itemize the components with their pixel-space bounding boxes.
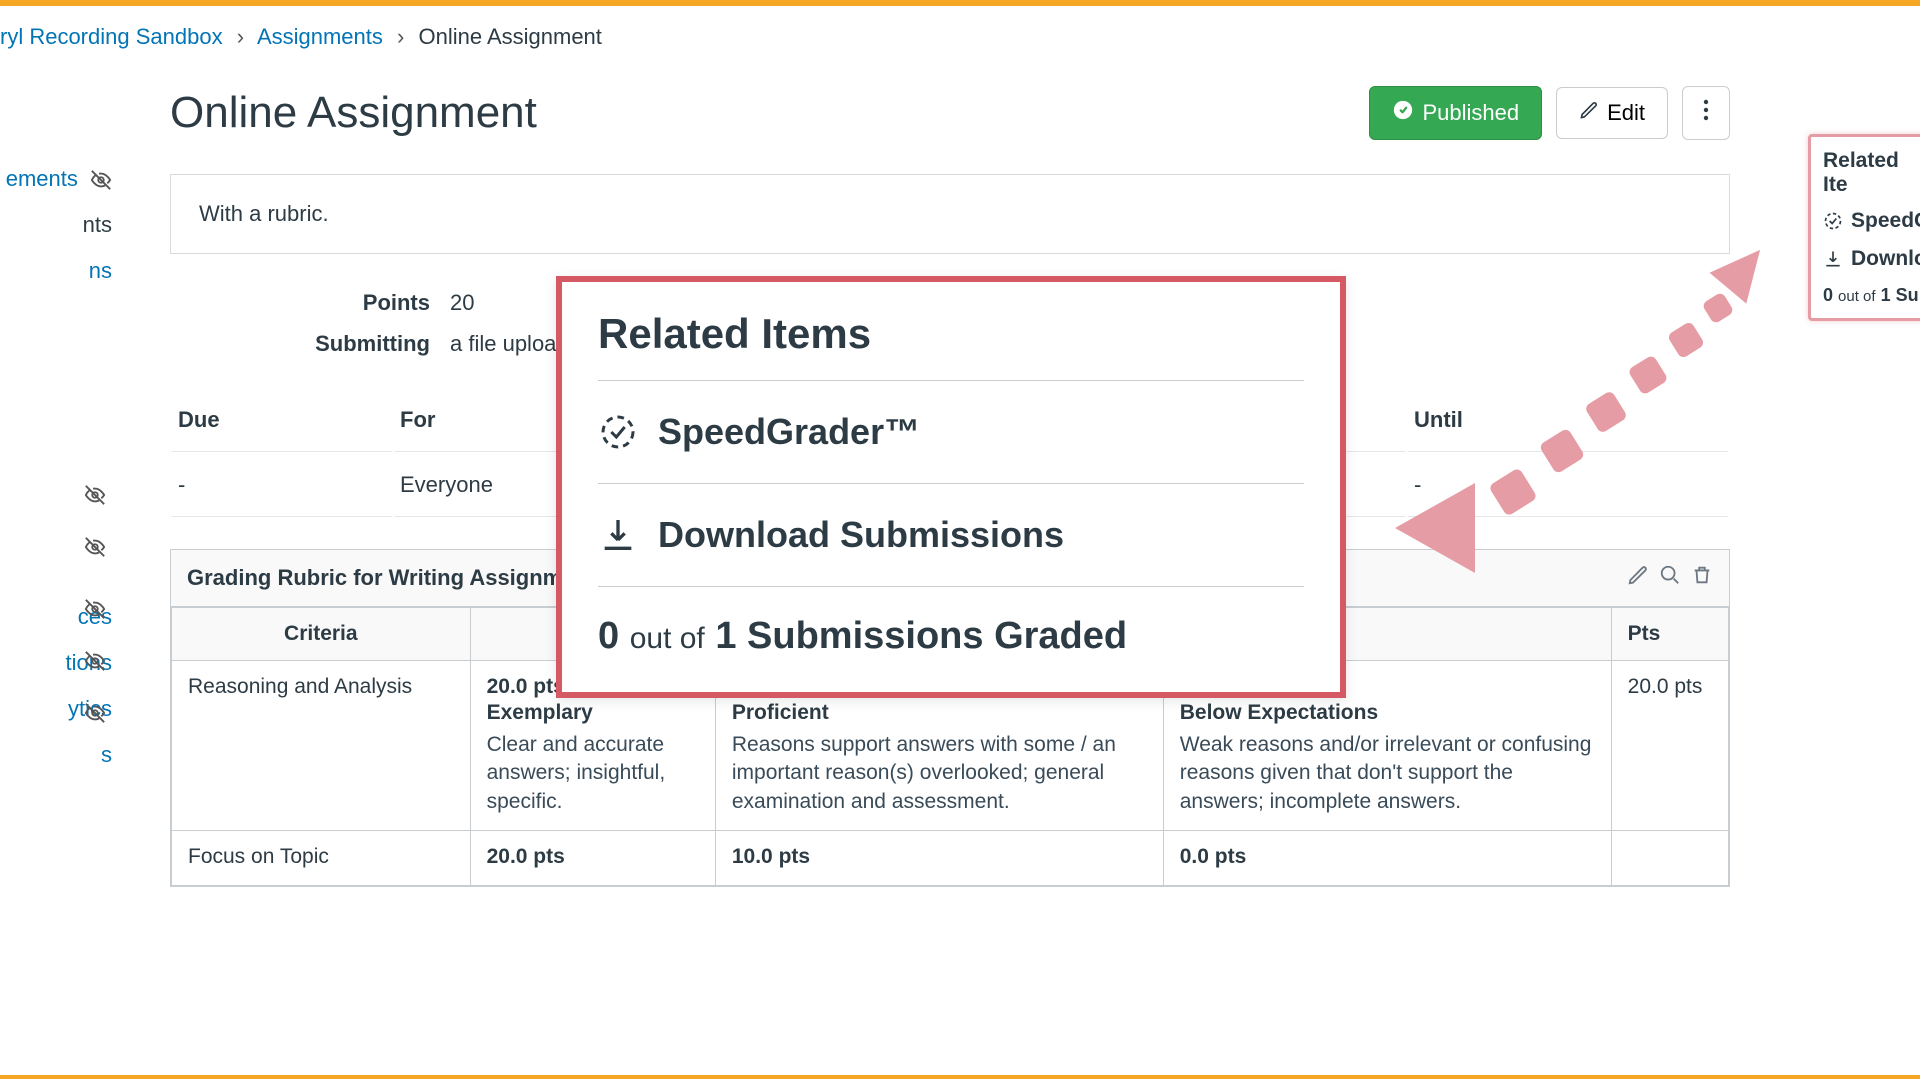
rating-cell: 20.0 pts bbox=[470, 831, 715, 886]
speedgrader-icon bbox=[598, 412, 638, 452]
rating-desc: Reasons support answers with some / an i… bbox=[732, 731, 1147, 816]
callout-speedgrader-label: SpeedGrader™ bbox=[658, 411, 920, 453]
submissions-graded-count: 0 out of 1 Su bbox=[1823, 285, 1920, 306]
rating-cell: 10.0 pts bbox=[715, 831, 1163, 886]
rating-pts: 20.0 pts bbox=[487, 845, 699, 869]
row-pts: 20.0 pts bbox=[1611, 661, 1728, 831]
breadcrumb: ryl Recording Sandbox › Assignments › On… bbox=[0, 6, 1920, 68]
criteria-cell: Reasoning and Analysis bbox=[172, 661, 471, 831]
sidebar-item[interactable]: ements bbox=[0, 156, 120, 202]
criteria-header: Criteria bbox=[172, 608, 471, 661]
description-text: With a rubric. bbox=[199, 201, 329, 226]
published-button[interactable]: Published bbox=[1369, 86, 1542, 140]
rating-desc: Weak reasons and/or irrelevant or confus… bbox=[1180, 731, 1595, 816]
speedgrader-link[interactable]: SpeedGr bbox=[1823, 209, 1920, 233]
criteria-cell: Focus on Topic bbox=[172, 831, 471, 886]
hidden-icon bbox=[84, 598, 106, 620]
rating-cell: 0.0 pts bbox=[1163, 831, 1611, 886]
graded-count: 0 bbox=[1823, 285, 1833, 305]
graded-count: 0 bbox=[598, 615, 619, 657]
graded-outof: out of bbox=[1838, 288, 1876, 305]
rating-pts: 0.0 pts bbox=[1180, 845, 1595, 869]
until-cell: - bbox=[1408, 454, 1728, 517]
pencil-icon[interactable] bbox=[1627, 564, 1649, 592]
callout-download-link[interactable]: Download Submissions bbox=[598, 484, 1304, 586]
breadcrumb-item-course[interactable]: ryl Recording Sandbox bbox=[0, 24, 223, 49]
edit-button[interactable]: Edit bbox=[1556, 87, 1668, 139]
due-header: Due bbox=[172, 389, 392, 452]
pts-header: Pts bbox=[1611, 608, 1728, 661]
points-value: 20 bbox=[450, 290, 474, 316]
more-options-button[interactable] bbox=[1682, 86, 1730, 140]
rating-label: Proficient bbox=[732, 701, 1147, 725]
pencil-icon bbox=[1579, 100, 1599, 126]
hidden-icon bbox=[84, 484, 106, 506]
rating-label: Below Expectations bbox=[1180, 701, 1595, 725]
download-label: Downlo bbox=[1851, 247, 1920, 271]
published-label: Published bbox=[1422, 100, 1519, 126]
sidebar-item-label: nts bbox=[83, 212, 112, 237]
related-items-title: Related Ite bbox=[1823, 149, 1920, 197]
edit-label: Edit bbox=[1607, 100, 1645, 126]
rating-pts: 10.0 pts bbox=[732, 845, 1147, 869]
title-actions: Published Edit bbox=[1369, 86, 1730, 140]
points-label: Points bbox=[230, 290, 430, 316]
page-title: Online Assignment bbox=[170, 88, 537, 138]
sidebar-item-label: ements bbox=[6, 166, 78, 191]
table-row: Focus on Topic 20.0 pts 10.0 pts 0.0 pts bbox=[172, 831, 1729, 886]
download-icon bbox=[598, 515, 638, 555]
related-items-panel: Related Ite SpeedGr Downlo 0 out of 1 Su bbox=[1808, 134, 1920, 321]
submitting-label: Submitting bbox=[230, 331, 430, 357]
speedgrader-label: SpeedGr bbox=[1851, 209, 1920, 233]
sidebar-item-label: ns bbox=[89, 258, 112, 283]
check-circle-icon bbox=[1392, 99, 1414, 127]
kebab-icon bbox=[1703, 99, 1709, 127]
search-icon[interactable] bbox=[1659, 564, 1681, 592]
breadcrumb-item-assignments[interactable]: Assignments bbox=[257, 24, 383, 49]
until-header: Until bbox=[1408, 389, 1728, 452]
download-submissions-link[interactable]: Downlo bbox=[1823, 247, 1920, 271]
row-pts bbox=[1611, 831, 1728, 886]
graded-total: 1 Submissions Graded bbox=[715, 615, 1127, 657]
sidebar-item[interactable]: nts bbox=[0, 202, 120, 248]
callout-download-label: Download Submissions bbox=[658, 514, 1064, 556]
due-cell: - bbox=[172, 454, 392, 517]
speedgrader-icon bbox=[1823, 211, 1843, 231]
download-icon bbox=[1823, 249, 1843, 269]
breadcrumb-sep: › bbox=[397, 24, 404, 49]
hidden-icons-column bbox=[84, 484, 106, 754]
callout-submissions-graded: 0 out of 1 Submissions Graded bbox=[598, 587, 1304, 674]
rating-label: Exemplary bbox=[487, 701, 699, 725]
trash-icon[interactable] bbox=[1691, 564, 1713, 592]
hidden-icon bbox=[90, 169, 112, 191]
callout-speedgrader-link[interactable]: SpeedGrader™ bbox=[598, 381, 1304, 483]
graded-outof: out of bbox=[630, 622, 705, 655]
rating-desc: Clear and accurate answers; insightful, … bbox=[487, 731, 699, 816]
breadcrumb-item-current: Online Assignment bbox=[418, 24, 601, 49]
hidden-icon bbox=[84, 650, 106, 672]
rubric-title: Grading Rubric for Writing Assignme bbox=[187, 565, 574, 591]
related-items-callout: Related Items SpeedGrader™ Download Subm… bbox=[556, 276, 1346, 698]
hidden-icon bbox=[84, 702, 106, 724]
title-row: Online Assignment Published Edit bbox=[170, 86, 1730, 140]
assignment-description: With a rubric. bbox=[170, 174, 1730, 254]
submitting-value: a file upload bbox=[450, 331, 569, 357]
hidden-icon bbox=[84, 536, 106, 558]
sidebar-item[interactable]: ns bbox=[0, 248, 120, 294]
breadcrumb-sep: › bbox=[237, 24, 244, 49]
rubric-tools bbox=[1627, 564, 1713, 592]
graded-total: 1 Su bbox=[1881, 285, 1919, 305]
callout-title: Related Items bbox=[598, 310, 1304, 358]
